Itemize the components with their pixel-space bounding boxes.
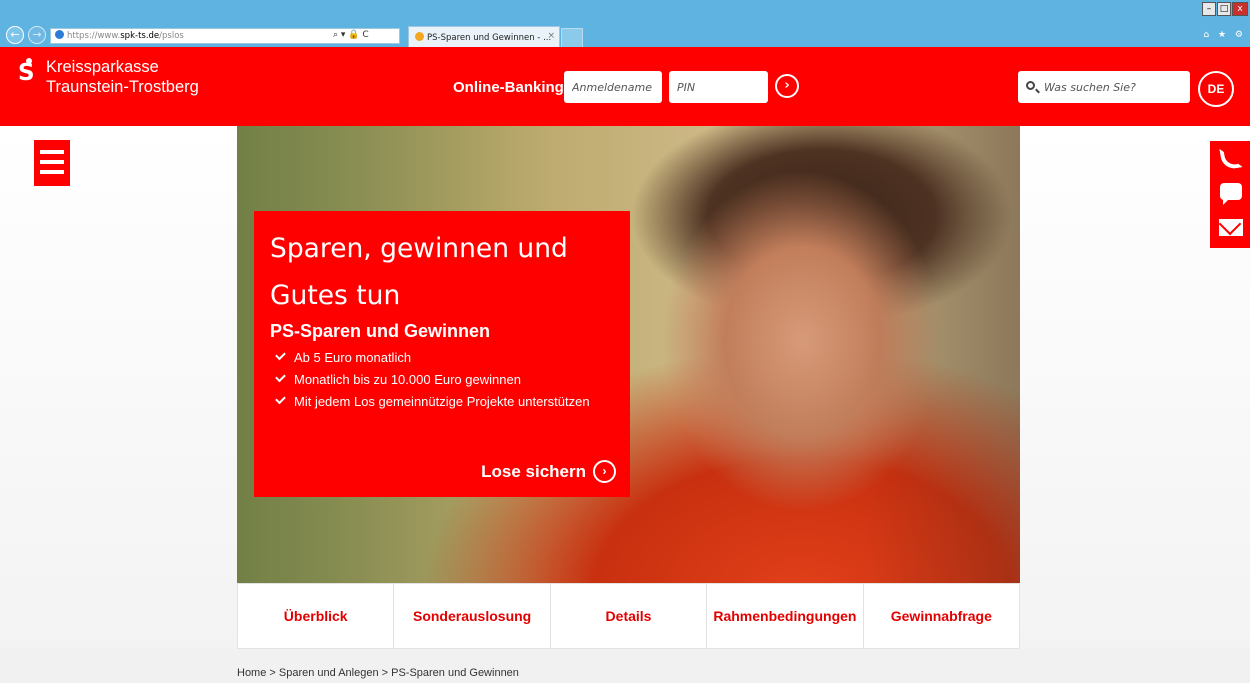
- logo-text: Kreissparkasse Traunstein-Trostberg: [46, 57, 199, 97]
- promo-title: Sparen, gewinnen und Gutes tun: [270, 225, 614, 319]
- maximize-button[interactable]: □: [1217, 2, 1231, 16]
- checkmark-icon: [275, 371, 286, 383]
- tab-details[interactable]: Details: [550, 583, 708, 649]
- checkmark-icon: [275, 349, 286, 361]
- chat-icon[interactable]: [1220, 183, 1242, 205]
- tab-gewinnabfrage[interactable]: Gewinnabfrage: [863, 583, 1021, 649]
- breadcrumb[interactable]: Home > Sparen und Anlegen > PS-Sparen un…: [237, 667, 519, 679]
- online-banking-label: Online-Banking: [453, 79, 564, 96]
- toolbar-icons[interactable]: ⌂ ★ ⚙: [1203, 30, 1246, 40]
- username-input[interactable]: [564, 71, 662, 103]
- sparkasse-s-icon: S: [18, 58, 35, 86]
- promo-box: Sparen, gewinnen und Gutes tun PS-Sparen…: [254, 211, 630, 497]
- logo-line-1: Kreissparkasse: [46, 58, 159, 76]
- logo-line-2: Traunstein-Trostberg: [46, 78, 199, 96]
- mail-icon[interactable]: [1219, 219, 1243, 236]
- cta-label: Lose sichern: [481, 461, 586, 481]
- bullet-text: Monatlich bis zu 10.000 Euro gewinnen: [294, 372, 521, 387]
- forward-arrow-icon[interactable]: →: [28, 26, 46, 44]
- url-host: spk-ts.de: [120, 31, 160, 41]
- close-window-button[interactable]: x: [1232, 2, 1248, 16]
- section-tabs: Überblick Sonderauslosung Details Rahmen…: [237, 583, 1021, 649]
- tab-sonderauslosung[interactable]: Sonderauslosung: [394, 583, 551, 649]
- pin-input[interactable]: [669, 71, 768, 103]
- bullet-text: Ab 5 Euro monatlich: [294, 350, 412, 365]
- sparkasse-logo[interactable]: S Kreissparkasse Traunstein-Trostberg: [18, 57, 199, 97]
- breadcrumb-bar: Home > Sparen und Anlegen > PS-Sparen un…: [0, 649, 1250, 683]
- browser-chrome: ← → https://www.spk-ts.de/pslos ⌕ ▾ 🔒 C …: [0, 0, 1250, 47]
- minimize-button[interactable]: –: [1202, 2, 1216, 16]
- window-controls: – □ x: [1201, 2, 1248, 18]
- login-submit-button[interactable]: ›: [775, 74, 799, 98]
- tab-close-icon[interactable]: ×: [547, 31, 555, 41]
- promo-subtitle: PS-Sparen und Gewinnen: [270, 321, 491, 341]
- new-tab-button[interactable]: [561, 28, 583, 47]
- checkmark-icon: [275, 393, 286, 405]
- language-button[interactable]: DE: [1198, 71, 1234, 107]
- browser-tab-title: PS-Sparen und Gewinnen - ...: [427, 33, 552, 43]
- url-prefix: https://www.: [67, 31, 121, 41]
- tab-ueberblick[interactable]: Überblick: [237, 583, 395, 649]
- chevron-right-circle-icon: ›: [593, 460, 616, 483]
- contact-sidebar: [1210, 141, 1250, 248]
- url-path: /pslos: [159, 31, 184, 41]
- list-item: Ab 5 Euro monatlich: [270, 347, 614, 369]
- promo-bullet-list: Ab 5 Euro monatlich Monatlich bis zu 10.…: [270, 347, 614, 413]
- address-bar-icons[interactable]: ⌕ ▾ 🔒 C: [333, 30, 369, 40]
- list-item: Monatlich bis zu 10.000 Euro gewinnen: [270, 369, 614, 391]
- list-item: Mit jedem Los gemeinnützige Projekte unt…: [270, 391, 614, 413]
- hamburger-menu-icon[interactable]: [34, 140, 70, 186]
- ie-icon: [55, 30, 64, 39]
- browser-tab[interactable]: PS-Sparen und Gewinnen - ... ×: [408, 26, 560, 47]
- search-icon: [1026, 81, 1035, 90]
- site-header: S Kreissparkasse Traunstein-Trostberg On…: [0, 47, 1250, 126]
- promo-title-line-2: Gutes tun: [270, 280, 401, 311]
- site-search[interactable]: [1018, 71, 1190, 103]
- tab-rahmenbedingungen[interactable]: Rahmenbedingungen: [707, 583, 864, 649]
- promo-title-line-1: Sparen, gewinnen und: [270, 233, 568, 264]
- search-input[interactable]: [1044, 71, 1184, 103]
- tab-favicon-icon: [415, 32, 424, 41]
- bullet-text: Mit jedem Los gemeinnützige Projekte unt…: [294, 394, 590, 409]
- back-arrow-icon[interactable]: ←: [6, 26, 24, 44]
- lose-sichern-link[interactable]: Lose sichern ›: [481, 460, 616, 483]
- phone-icon[interactable]: [1219, 145, 1243, 171]
